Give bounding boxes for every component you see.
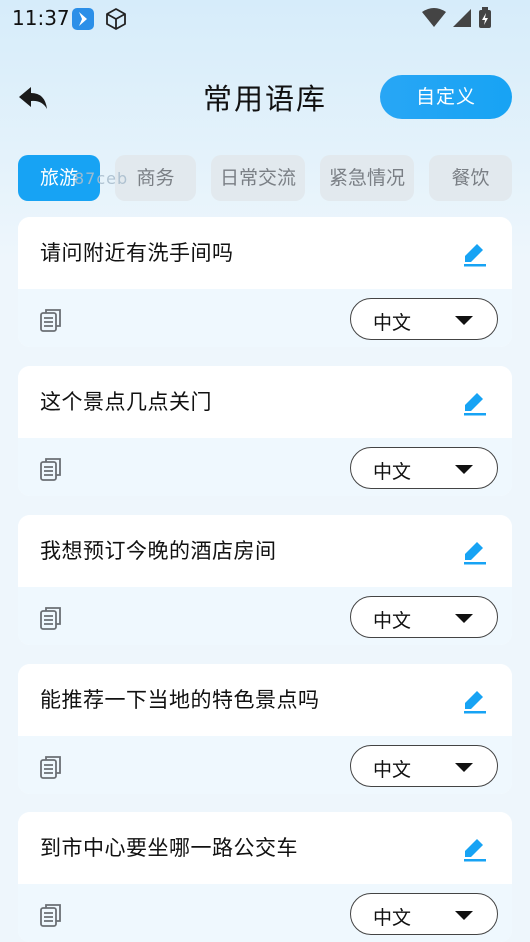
phrase-text: 到市中心要坐哪一路公交车 bbox=[40, 836, 298, 860]
chevron-down-icon bbox=[455, 465, 473, 474]
language-select-value: 中文 bbox=[373, 461, 412, 483]
tab-daily-communication[interactable]: 日常交流 bbox=[211, 155, 305, 201]
phrase-text: 这个景点几点关门 bbox=[40, 390, 212, 414]
phrase-text: 能推荐一下当地的特色景点吗 bbox=[40, 688, 320, 712]
copy-icon[interactable] bbox=[38, 754, 64, 780]
language-select[interactable]: 中文 bbox=[350, 596, 498, 638]
copy-icon[interactable] bbox=[38, 605, 64, 631]
app-notification-icon bbox=[72, 8, 94, 30]
phrase-card: 能推荐一下当地的特色景点吗 中文 bbox=[18, 664, 512, 794]
wifi-icon bbox=[422, 8, 446, 32]
language-select[interactable]: 中文 bbox=[350, 298, 498, 340]
phrase-text: 我想预订今晚的酒店房间 bbox=[40, 539, 277, 563]
chevron-down-icon bbox=[455, 614, 473, 623]
phrase-card-actions: 中文 bbox=[18, 289, 512, 347]
language-select-value: 中文 bbox=[373, 610, 412, 632]
chevron-down-icon bbox=[455, 316, 473, 325]
phrase-text: 请问附近有洗手间吗 bbox=[40, 241, 234, 265]
copy-icon[interactable] bbox=[38, 902, 64, 928]
language-select[interactable]: 中文 bbox=[350, 745, 498, 787]
phrase-card: 到市中心要坐哪一路公交车 中文 bbox=[18, 812, 512, 942]
copy-icon[interactable] bbox=[38, 307, 64, 333]
phrase-card-actions: 中文 bbox=[18, 587, 512, 645]
language-select-value: 中文 bbox=[373, 759, 412, 781]
chevron-down-icon bbox=[455, 911, 473, 920]
language-select[interactable]: 中文 bbox=[350, 447, 498, 489]
phrase-card-actions: 中文 bbox=[18, 736, 512, 794]
phrase-card: 这个景点几点关门 中文 bbox=[18, 366, 512, 496]
language-select[interactable]: 中文 bbox=[350, 893, 498, 935]
chevron-down-icon bbox=[455, 763, 473, 772]
edit-icon[interactable] bbox=[462, 539, 488, 565]
cube-icon bbox=[104, 7, 128, 31]
language-select-value: 中文 bbox=[373, 907, 412, 929]
copy-icon[interactable] bbox=[38, 456, 64, 482]
phrase-card-top: 到市中心要坐哪一路公交车 bbox=[18, 812, 512, 884]
status-bar: 11:37 bbox=[0, 0, 530, 38]
cellular-signal-icon bbox=[452, 8, 472, 32]
edit-icon[interactable] bbox=[462, 836, 488, 862]
custom-button[interactable]: 自定义 bbox=[380, 75, 512, 119]
tab-dining[interactable]: 餐饮 bbox=[429, 155, 512, 201]
phrase-card: 请问附近有洗手间吗 中文 bbox=[18, 217, 512, 347]
status-time: 11:37 bbox=[12, 6, 70, 30]
edit-icon[interactable] bbox=[462, 688, 488, 714]
phrase-card-top: 这个景点几点关门 bbox=[18, 366, 512, 438]
phrase-card-top: 能推荐一下当地的特色景点吗 bbox=[18, 664, 512, 736]
watermark: 87ceb bbox=[74, 169, 129, 188]
edit-icon[interactable] bbox=[462, 241, 488, 267]
edit-icon[interactable] bbox=[462, 390, 488, 416]
tab-emergency[interactable]: 紧急情况 bbox=[320, 155, 414, 201]
phrase-card-top: 我想预订今晚的酒店房间 bbox=[18, 515, 512, 587]
phrase-card: 我想预订今晚的酒店房间 中文 bbox=[18, 515, 512, 645]
phrase-card-top: 请问附近有洗手间吗 bbox=[18, 217, 512, 289]
status-icons bbox=[422, 7, 492, 33]
language-select-value: 中文 bbox=[373, 312, 412, 334]
phrase-card-actions: 中文 bbox=[18, 438, 512, 496]
battery-charging-icon bbox=[478, 7, 492, 33]
phrase-card-actions: 中文 bbox=[18, 884, 512, 942]
